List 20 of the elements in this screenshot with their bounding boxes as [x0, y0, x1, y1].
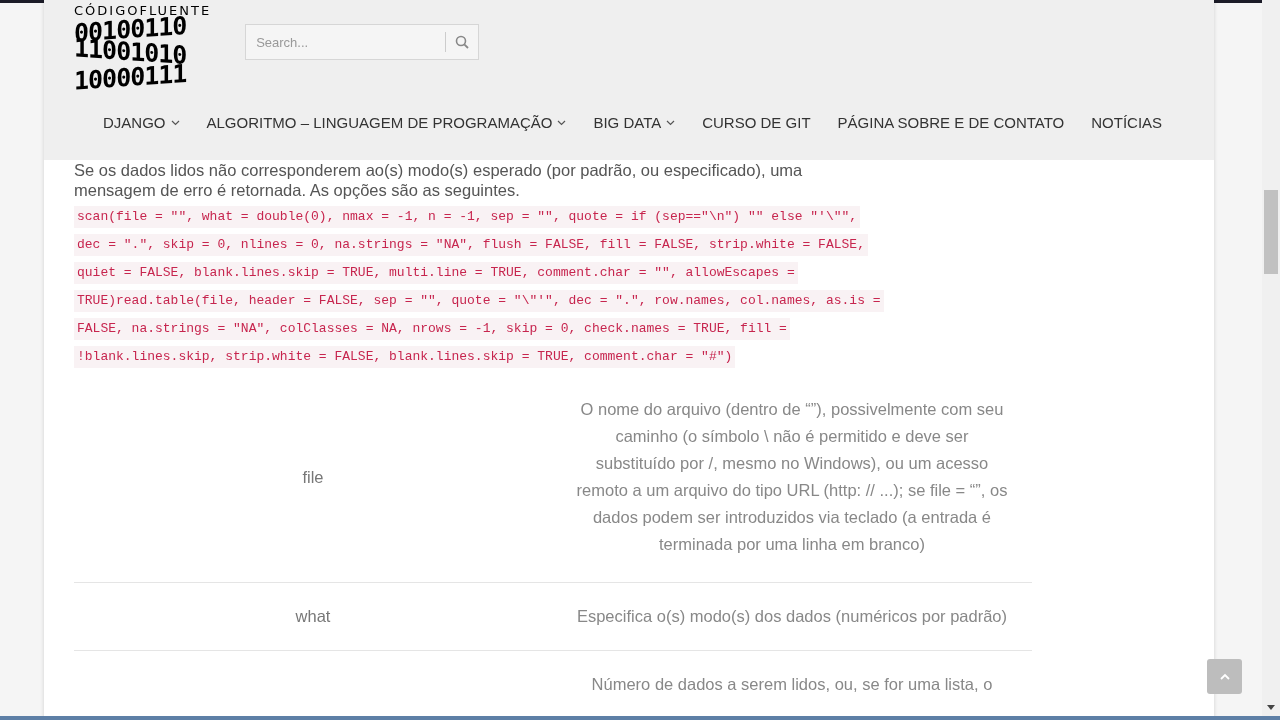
nav-link[interactable]: DJANGO: [103, 112, 180, 135]
scrollbar-thumb[interactable]: [1264, 190, 1278, 274]
scroll-down-icon[interactable]: [1267, 705, 1275, 710]
nav-link[interactable]: BIG DATA: [593, 112, 676, 135]
nav-link[interactable]: CURSO DE GIT: [702, 112, 811, 135]
table-cell-text: O nome do arquivo (dentro de “”), possivelmente com seu caminho (o símbolo \ não é permitido e deve ser substituído por /, mesmo no Windows), ou um acesso remoto a um arquivo do tipo URL (http: // ...); se file = “”, os dados podem ser introduzidos via teclado (a entrada é terminada por uma linha em branco): [576, 399, 1008, 555]
nav-link[interactable]: NOTÍCIAS: [1091, 112, 1163, 135]
table-cell: what: [295, 607, 331, 626]
paragraph: Se os dados lidos não corresponderem ao(s) modo(s) esperado (por padrão, ou especificado), uma mensagem de erro é retornada. As opções são as seguintes.: [74, 160, 804, 200]
back-to-top-button[interactable]: [1207, 659, 1242, 694]
search-icon[interactable]: [455, 35, 470, 49]
table-cell: file: [302, 467, 324, 486]
nav-link[interactable]: ALGORITMO – LINGUAGEM DE PROGRAMAÇÃO: [206, 112, 567, 135]
logo-wordmark: CÓDIGOFLUENTE: [74, 4, 212, 17]
table-cell-text: Especifica o(s) modo(s) dos dados (numéricos por padrão): [576, 606, 1008, 627]
table-cell-text: Número de dados a serem lidos, ou, se for uma lista, o: [591, 674, 993, 695]
nav-link[interactable]: PÁGINA SOBRE E DE CONTATO: [837, 112, 1065, 135]
search-bar[interactable]: Search...: [245, 24, 480, 60]
search-input[interactable]: Search...: [246, 25, 446, 59]
chevron-up-icon: [1218, 672, 1231, 681]
